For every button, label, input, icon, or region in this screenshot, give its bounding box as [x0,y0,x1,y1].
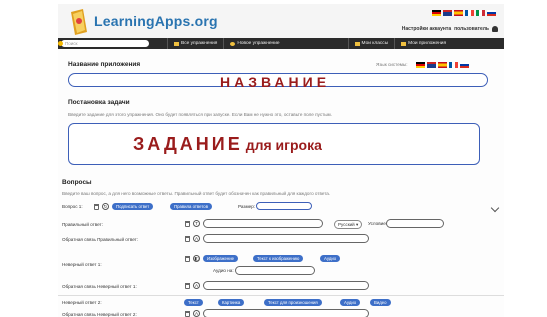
feedback-wrong-1-label: Обратная связь Неверный ответ 1: [62,284,137,289]
wrong-2-text-button[interactable]: Текст [184,299,203,306]
app-name-value: НАЗВАНИЕ [220,74,331,90]
language-flags [432,10,496,16]
flag-de-icon[interactable] [432,10,441,16]
feedback-wrong-2-input[interactable] [203,309,369,317]
text-toggle-icon[interactable]: T [193,220,200,227]
system-language-flags [416,62,496,68]
task-value: ЗАДАНИЕ для игрока [133,134,322,155]
nav-all-exercises[interactable]: Все упражнения [167,38,223,49]
trash-icon[interactable] [185,283,190,289]
header: LearningApps.org Настройки аккаунта поль… [58,4,504,38]
trash-icon[interactable] [185,311,190,317]
flag-ru-icon[interactable] [460,62,469,68]
refresh-icon[interactable]: ↻ [102,203,109,210]
language-select[interactable]: Русский ▾ [334,220,363,229]
audio-input[interactable] [235,266,315,275]
score-input[interactable] [256,202,312,210]
question-1-label: Вопрос 1: [62,204,83,209]
trash-icon[interactable] [185,221,190,227]
text-toggle-icon[interactable]: A [193,282,200,289]
wrong-2-tts-button[interactable]: Текст для произношения [264,299,322,306]
audio-label: Аудио на: [213,268,234,273]
feedback-wrong-2-label: Обратная связь Неверный ответ 2: [62,312,137,317]
list-icon [354,41,360,46]
system-language-label: Язык системы: [376,62,408,67]
user-menu[interactable]: Настройки аккаунта пользователь [402,26,498,32]
main-nav: Поиск Все упражнения Новое упражнение Мо… [58,38,504,49]
account-settings-link[interactable]: Настройки аккаунта [402,26,451,32]
search-input[interactable]: Поиск [58,40,149,47]
condition-label: Условие: [368,221,388,226]
condition-input[interactable] [386,219,444,228]
text-toggle-icon[interactable]: A [193,235,200,242]
user-icon [492,26,498,32]
folder-icon [401,41,407,46]
wrong-answer-1-label: Неверный ответ 1: [62,262,102,267]
nav-my-apps[interactable]: Мои приложения [394,38,452,49]
divider [58,295,504,296]
wrong-answer-2-label: Неверный ответ 2: [62,300,102,305]
correct-answer-input[interactable] [203,219,323,228]
question-1-add-answer-button[interactable]: Подписать ответ [112,203,154,210]
gear-icon [230,41,236,46]
wrong-1-audio-button[interactable]: Аудио [320,255,341,262]
correct-answer-label: Правильный ответ: [62,222,103,227]
task-value-main: ЗАДАНИЕ [133,134,243,154]
trash-icon[interactable] [185,256,190,262]
feedback-correct-input[interactable] [203,234,369,243]
flag-it-icon[interactable] [476,10,485,16]
grid-icon [174,41,179,46]
flag-ru-icon[interactable] [487,10,496,16]
wrong-2-audio-button[interactable]: Аудио [340,299,361,306]
feedback-wrong-1-input[interactable] [203,281,369,290]
score-label: Размер: [238,204,256,209]
flag-uk-icon[interactable] [443,10,452,16]
chevron-down-icon[interactable] [490,203,500,213]
flag-de-icon[interactable] [416,62,425,68]
user-name: пользователь [454,26,489,32]
question-1-rules-button[interactable]: Правила ответов [170,203,212,210]
wrong-2-image-button[interactable]: Картинка [218,299,245,306]
questions-heading: Вопросы [62,179,92,186]
questions-hint: Введите ваш вопрос, а для него возможные… [62,191,331,196]
trash-icon[interactable] [94,204,99,210]
search-placeholder: Поиск [65,41,78,46]
flag-es-icon[interactable] [438,62,447,68]
media-toggle-icon[interactable]: ◧ [193,255,200,262]
task-heading: Постановка задачи [68,99,130,106]
logo-text[interactable]: LearningApps.org [94,13,218,29]
logo-icon[interactable] [68,8,90,36]
flag-fr-icon[interactable] [465,10,474,16]
text-toggle-icon[interactable]: A [193,310,200,317]
wrong-1-text-image-button[interactable]: Текст к изображению [253,255,304,262]
app-name-heading: Название приложения [68,61,141,68]
page: LearningApps.org Настройки аккаунта поль… [58,4,504,317]
task-hint: Введите задание для этого упражнения. Он… [68,112,332,117]
flag-uk-icon[interactable] [427,62,436,68]
wrong-2-video-button[interactable]: Видео [370,299,391,306]
wrong-1-image-button[interactable]: Изображение [203,255,239,262]
feedback-correct-label: Обратная связь Правильный ответ: [62,237,139,242]
nav-new-exercise[interactable]: Новое упражнение [223,38,285,49]
task-value-rest: для игрока [245,137,322,153]
trash-icon[interactable] [185,236,190,242]
flag-fr-icon[interactable] [449,62,458,68]
flag-es-icon[interactable] [454,10,463,16]
search-icon [58,41,63,46]
nav-my-classes[interactable]: Мои классы [347,38,395,49]
